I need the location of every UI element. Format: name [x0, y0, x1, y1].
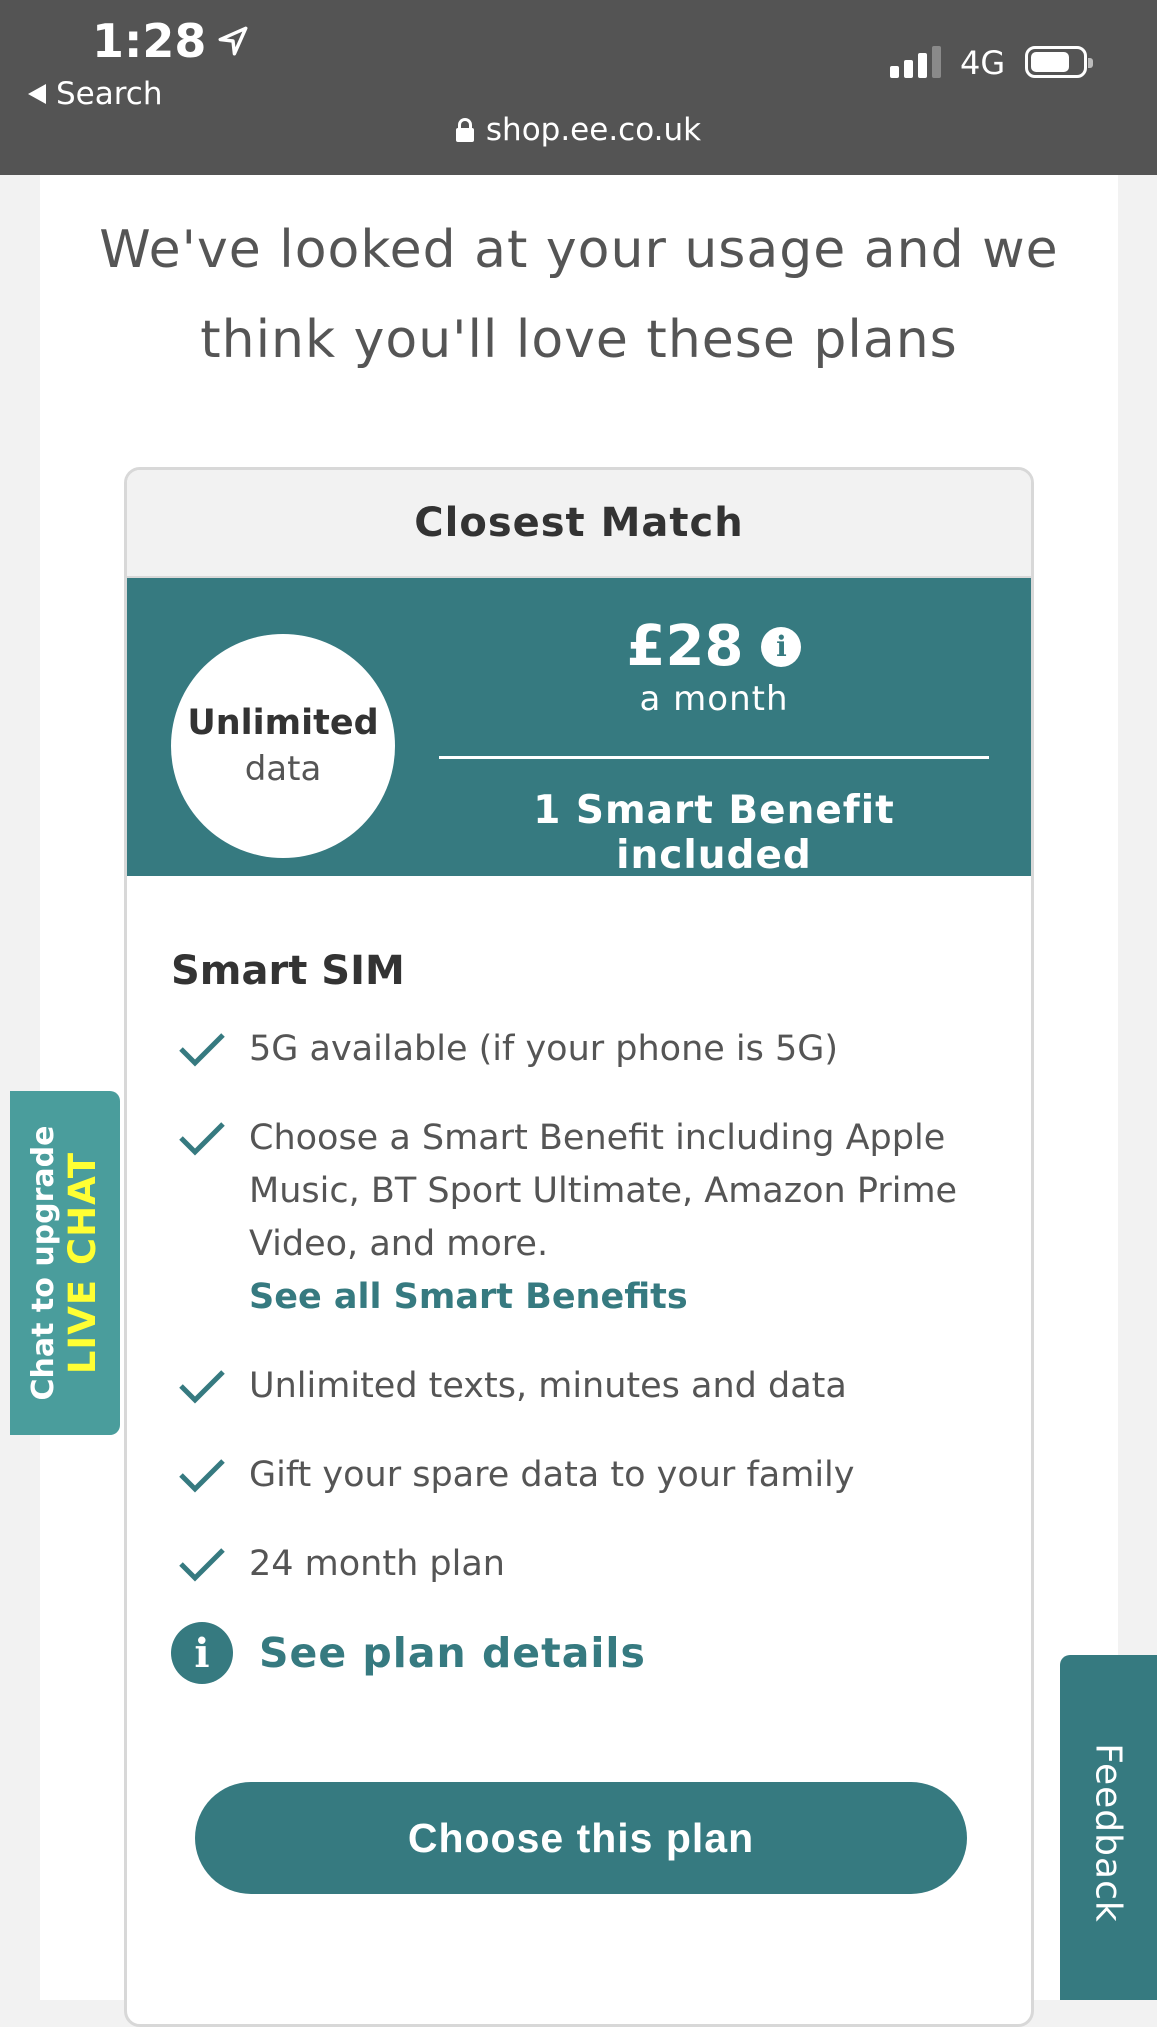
price-info-icon[interactable]: i [761, 626, 802, 667]
lock-icon [455, 118, 474, 142]
chat-line-1: Chat to upgrade [26, 1125, 61, 1401]
check-icon [179, 1459, 225, 1493]
feature-list: 5G available (if your phone is 5G) Choos… [177, 1023, 977, 1627]
feature-item: Choose a Smart Benefit including Apple M… [177, 1112, 977, 1324]
choose-plan-button[interactable]: Choose this plan [195, 1782, 967, 1894]
page-content: We've looked at your usage and we think … [40, 175, 1118, 2027]
check-icon [179, 1548, 225, 1582]
feedback-tab[interactable]: Feedback [1060, 1655, 1157, 2000]
card-header: Closest Match [127, 470, 1031, 578]
live-chat-label: Chat to upgrade LIVE CHAT [26, 1126, 104, 1401]
check-icon [179, 1122, 225, 1156]
data-label: data [244, 749, 322, 789]
back-label: Search [56, 76, 163, 112]
check-icon [179, 1370, 225, 1404]
plan-name: Smart SIM [171, 948, 405, 994]
feature-text: Unlimited texts, minutes and data [249, 1366, 847, 1406]
back-to-search[interactable]: Search [28, 76, 163, 112]
check-icon [179, 1033, 225, 1067]
address-bar[interactable]: shop.ee.co.uk [0, 112, 1157, 148]
signal-strength-icon [890, 46, 941, 78]
feature-item: 5G available (if your phone is 5G) [177, 1023, 977, 1076]
feature-text: Gift your spare data to your family [249, 1455, 855, 1495]
location-arrow-icon [218, 26, 248, 56]
clock: 1:28 [92, 14, 250, 68]
feature-item: 24 month plan [177, 1538, 977, 1591]
data-allowance-badge: Unlimited data [171, 634, 395, 858]
heading-line-1: We've looked at your usage and we [99, 220, 1059, 280]
feature-text: 24 month plan [249, 1544, 505, 1584]
price-value: £28 [626, 614, 744, 679]
see-plan-details-link[interactable]: i See plan details [171, 1622, 646, 1684]
info-icon: i [171, 1622, 233, 1684]
plan-details-label: See plan details [259, 1629, 646, 1677]
battery-icon [1025, 46, 1093, 78]
price-row: £28 i [627, 614, 802, 679]
feature-text: Choose a Smart Benefit including Apple M… [249, 1118, 958, 1264]
page-heading: We've looked at your usage and we think … [40, 205, 1118, 385]
feedback-label: Feedback [1087, 1743, 1129, 1923]
chat-line-2: LIVE CHAT [61, 1151, 104, 1375]
see-smart-benefits-link[interactable]: See all Smart Benefits [249, 1271, 977, 1324]
banner-divider [439, 756, 989, 759]
live-chat-tab[interactable]: Chat to upgrade LIVE CHAT [10, 1091, 120, 1435]
price-period: a month [639, 679, 789, 719]
feature-item: Gift your spare data to your family [177, 1449, 977, 1502]
back-triangle-icon [28, 84, 46, 104]
benefit-summary: 1 Smart Benefit included [533, 788, 895, 878]
network-type: 4G [960, 44, 1006, 82]
status-bar: 1:28 Search 4G shop.ee.co.uk [0, 0, 1157, 175]
url-text: shop.ee.co.uk [485, 112, 702, 148]
feature-text: 5G available (if your phone is 5G) [249, 1029, 839, 1069]
price-block: £28 i a month [439, 614, 989, 719]
time-text: 1:28 [92, 14, 207, 68]
data-allowance: Unlimited [187, 703, 379, 743]
heading-line-2: think you'll love these plans [200, 310, 958, 370]
plan-card: Closest Match Unlimited data £28 i a mon… [124, 467, 1034, 2027]
feature-item: Unlimited texts, minutes and data [177, 1360, 977, 1413]
plan-banner: Unlimited data £28 i a month 1 Smart Ben… [127, 578, 1031, 878]
